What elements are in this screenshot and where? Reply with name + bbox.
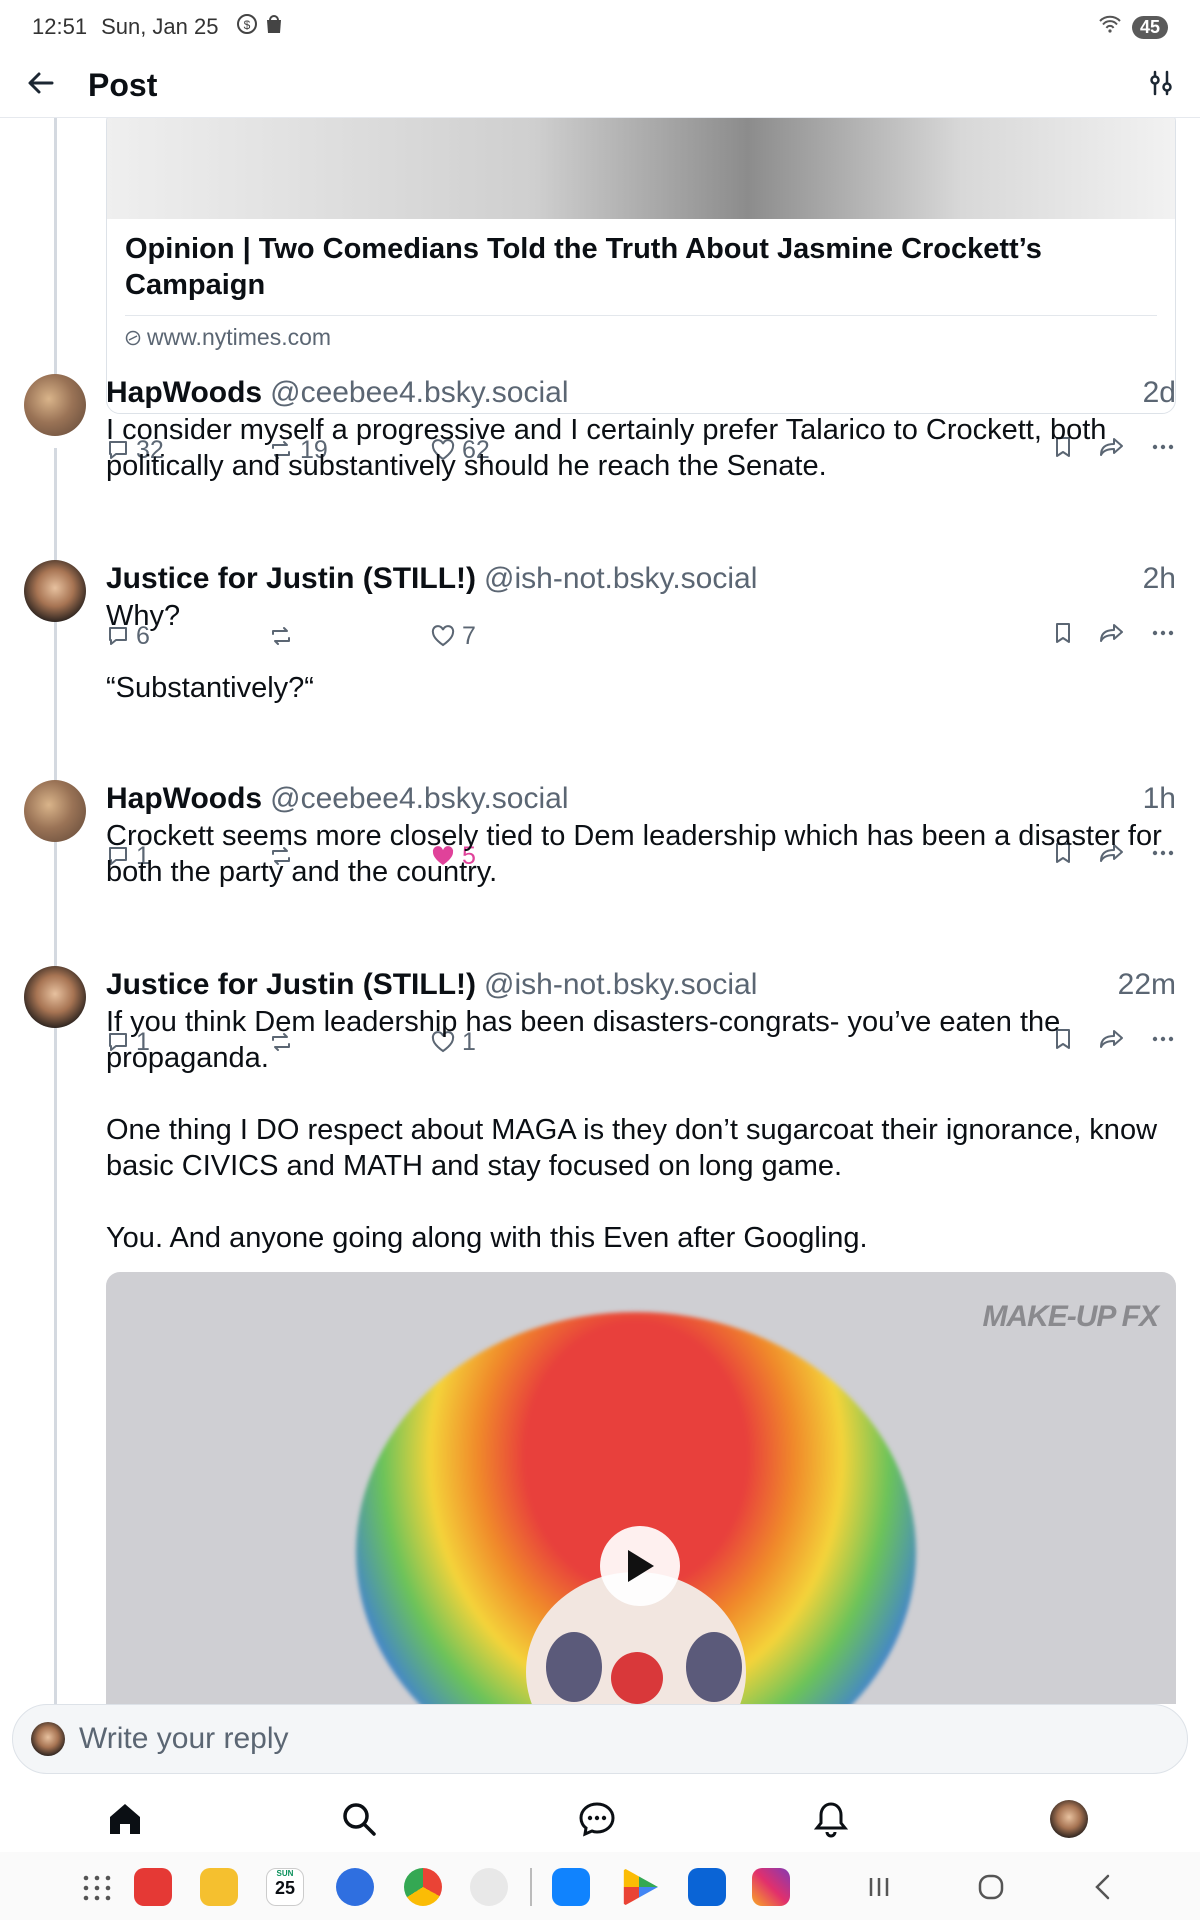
- post-timestamp: 1h: [1142, 782, 1176, 815]
- reply-placeholder[interactable]: Write your reply: [79, 1722, 289, 1756]
- search-icon[interactable]: [340, 1800, 378, 1843]
- video-embed[interactable]: MAKE-UP FX: [106, 1272, 1176, 1704]
- avatar[interactable]: [24, 560, 86, 622]
- thread-line: [54, 448, 57, 1704]
- link-domain-text: www.nytimes.com: [147, 324, 332, 350]
- battery-indicator: 45: [1131, 15, 1168, 39]
- thread-feed[interactable]: Opinion | Two Comedians Told the Truth A…: [0, 118, 1200, 1704]
- avatar: [31, 1722, 65, 1756]
- notes-app-icon[interactable]: [134, 1868, 172, 1906]
- bottom-navigation: [0, 1786, 1200, 1852]
- link-title: Opinion | Two Comedians Told the Truth A…: [125, 233, 1042, 301]
- post-header: Justice for Justin (STILL!) @ish-not.bsk…: [106, 966, 1176, 1004]
- play-icon: [628, 1550, 654, 1582]
- calendar-weekday: SUN: [276, 1869, 294, 1878]
- top-bar: Post: [0, 54, 1200, 118]
- author-handle[interactable]: @ish-not.bsky.social: [484, 966, 757, 1004]
- author-name[interactable]: Justice for Justin (STILL!): [106, 560, 476, 598]
- messages-app-icon[interactable]: [336, 1868, 374, 1906]
- home-icon[interactable]: [106, 1800, 144, 1843]
- clock: 12:51: [32, 14, 88, 39]
- camera-app-icon[interactable]: [470, 1868, 508, 1906]
- post-header: Justice for Justin (STILL!) @ish-not.bsk…: [106, 560, 1176, 598]
- link-preview-card[interactable]: Opinion | Two Comedians Told the Truth A…: [106, 118, 1176, 414]
- avatar[interactable]: [24, 966, 86, 1028]
- thread-settings-icon[interactable]: [1146, 68, 1176, 103]
- post-timestamp: 2d: [1142, 376, 1176, 409]
- post-header: HapWoods @ceebee4.bsky.social 1h: [106, 780, 1176, 818]
- bell-icon[interactable]: [812, 1800, 850, 1843]
- calendar-app-icon[interactable]: SUN 25: [266, 1868, 304, 1906]
- date: Sun, Jan 25: [101, 14, 219, 39]
- video-frame-eye: [686, 1632, 742, 1702]
- globe-icon: [125, 330, 141, 345]
- author-handle[interactable]: @ish-not.bsky.social: [484, 560, 757, 598]
- dock-divider: [530, 1868, 532, 1906]
- post-header: HapWoods @ceebee4.bsky.social 2d: [106, 374, 1176, 412]
- calendar-day: 25: [274, 1878, 296, 1898]
- author-handle[interactable]: @ceebee4.bsky.social: [270, 780, 568, 818]
- avatar[interactable]: [24, 374, 86, 436]
- folder-app-icon[interactable]: [200, 1868, 238, 1906]
- author-name[interactable]: HapWoods: [106, 780, 262, 818]
- post-timestamp: 22m: [1117, 968, 1176, 1001]
- link-domain: www.nytimes.com: [107, 316, 1175, 359]
- post-text: If you think Dem leadership has been dis…: [106, 1006, 1158, 1254]
- system-navigation-bar: SUN 25: [0, 1852, 1200, 1920]
- home-button-icon[interactable]: [972, 1868, 1010, 1906]
- svg-text:$: $: [243, 18, 250, 32]
- link-thumbnail: [107, 118, 1175, 219]
- video-watermark: MAKE-UP FX: [982, 1300, 1159, 1333]
- video-frame-nose: [611, 1652, 663, 1704]
- chat-icon[interactable]: [578, 1800, 616, 1843]
- app-drawer-icon[interactable]: [78, 1868, 116, 1906]
- video-frame-eye: [546, 1632, 602, 1702]
- post-text: Crockett seems more closely tied to Dem …: [106, 820, 1162, 888]
- page-title: Post: [88, 67, 158, 103]
- bluesky-app-icon[interactable]: [552, 1868, 590, 1906]
- play-button[interactable]: [600, 1526, 680, 1606]
- author-handle[interactable]: @ceebee4.bsky.social: [270, 374, 568, 412]
- post-text: I consider myself a progressive and I ce…: [106, 414, 1107, 482]
- profile-avatar[interactable]: [1050, 1800, 1088, 1838]
- instagram-app-icon[interactable]: [752, 1868, 790, 1906]
- wifi-icon: [1098, 14, 1122, 40]
- chrome-app-icon[interactable]: [404, 1868, 442, 1906]
- recents-icon[interactable]: [860, 1868, 898, 1906]
- back-nav-icon[interactable]: [1084, 1868, 1122, 1906]
- reply-composer[interactable]: Write your reply: [12, 1704, 1188, 1774]
- play-store-icon[interactable]: [623, 1868, 658, 1906]
- avatar[interactable]: [24, 780, 86, 842]
- outlook-app-icon[interactable]: [688, 1868, 726, 1906]
- author-name[interactable]: HapWoods: [106, 374, 262, 412]
- back-arrow-icon[interactable]: [24, 66, 58, 105]
- author-name[interactable]: Justice for Justin (STILL!): [106, 966, 476, 1004]
- post-timestamp: 2h: [1142, 562, 1176, 595]
- post-text: Why? “Substantively?“: [106, 600, 314, 704]
- notification-icon: $: [235, 12, 287, 42]
- thread-line: [54, 118, 57, 378]
- status-bar: 12:51 Sun, Jan 25 $ 45: [0, 0, 1200, 54]
